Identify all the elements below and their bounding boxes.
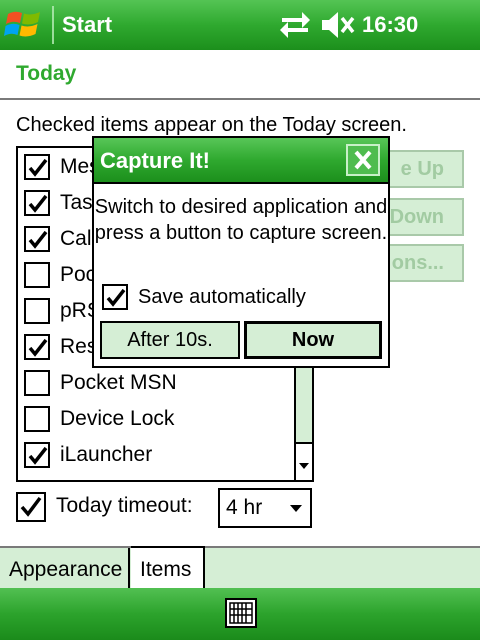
item-checkbox[interactable]	[24, 370, 50, 396]
item-checkbox[interactable]	[24, 406, 50, 432]
list-item[interactable]: Pocket MSN	[24, 366, 284, 402]
item-checkbox[interactable]	[24, 334, 50, 360]
tab-appearance[interactable]: Appearance	[0, 548, 130, 590]
dialog-message: Switch to desired application and press …	[94, 196, 388, 244]
item-checkbox[interactable]	[24, 190, 50, 216]
tab-label: Items	[140, 558, 192, 581]
timeout-checkbox[interactable]	[16, 492, 46, 522]
item-checkbox[interactable]	[24, 262, 50, 288]
list-item[interactable]: Device Lock	[24, 402, 284, 438]
item-checkbox[interactable]	[24, 154, 50, 180]
dialog-close-button[interactable]	[346, 144, 380, 176]
clock[interactable]: 16:30	[362, 12, 418, 38]
after-10s-button[interactable]: After 10s.	[100, 321, 240, 359]
header-divider	[0, 98, 480, 100]
options-label: ons...	[391, 252, 444, 274]
tab-items[interactable]: Items	[131, 546, 205, 590]
item-checkbox[interactable]	[24, 226, 50, 252]
page-title: Today	[16, 62, 77, 85]
capture-dialog: Capture It! Switch to desired applicatio…	[92, 136, 390, 368]
save-automatically-checkbox[interactable]	[102, 284, 128, 310]
timeout-dropdown[interactable]: 4 hr	[218, 488, 312, 528]
close-icon	[354, 150, 372, 170]
item-checkbox[interactable]	[24, 298, 50, 324]
item-checkbox[interactable]	[24, 442, 50, 468]
menu-bar	[0, 588, 480, 640]
move-down-label: Down	[389, 206, 444, 228]
windows-start-icon[interactable]	[4, 6, 44, 44]
scroll-down-button[interactable]	[296, 446, 312, 480]
title-bar: Start 16:30	[0, 0, 480, 50]
now-button[interactable]: Now	[244, 321, 382, 359]
item-label: iLauncher	[60, 443, 153, 466]
speaker-muted-icon[interactable]	[320, 10, 356, 40]
tab-label: Appearance	[9, 558, 123, 581]
dialog-titlebar: Capture It!	[94, 138, 388, 184]
dialog-title: Capture It!	[100, 148, 210, 173]
timeout-label: Today timeout:	[56, 494, 193, 517]
move-up-label: e Up	[400, 158, 444, 180]
timeout-value: 4 hr	[226, 496, 263, 519]
connectivity-icon[interactable]	[278, 10, 312, 40]
item-label: Poc	[60, 263, 97, 286]
title-separator	[52, 6, 54, 44]
chevron-down-icon	[299, 463, 309, 469]
tab-strip: Appearance Items	[0, 546, 480, 590]
keyboard-icon[interactable]	[225, 598, 257, 628]
app-title[interactable]: Start	[62, 12, 112, 38]
dropdown-arrow-icon	[290, 505, 302, 512]
save-automatically-label: Save automatically	[138, 286, 306, 308]
item-label: Device Lock	[60, 407, 175, 430]
list-item[interactable]: iLauncher	[24, 438, 284, 474]
item-label: Tas	[60, 191, 93, 214]
page-description: Checked items appear on the Today screen…	[16, 114, 407, 136]
item-label: Pocket MSN	[60, 371, 177, 394]
